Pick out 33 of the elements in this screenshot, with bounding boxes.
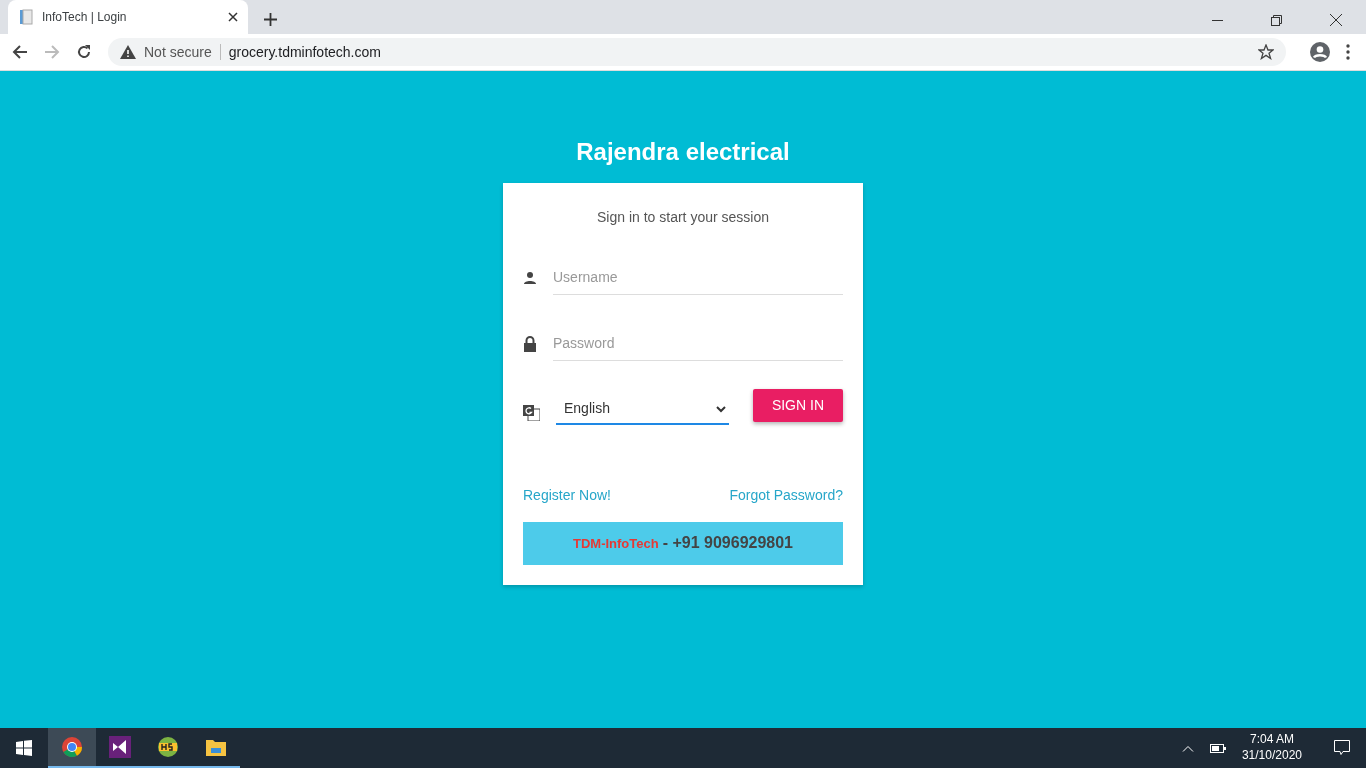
close-icon[interactable] bbox=[1330, 14, 1342, 26]
translate-icon bbox=[523, 404, 540, 421]
back-arrow-icon[interactable] bbox=[12, 44, 28, 60]
notification-icon[interactable] bbox=[1334, 740, 1350, 756]
warning-icon bbox=[120, 45, 136, 59]
security-label: Not secure bbox=[144, 42, 212, 62]
folder-icon bbox=[205, 737, 227, 757]
star-icon[interactable] bbox=[1258, 44, 1274, 60]
document-icon bbox=[18, 9, 34, 25]
person-icon bbox=[523, 270, 537, 285]
plus-icon[interactable] bbox=[264, 13, 277, 26]
lock-icon bbox=[523, 335, 537, 352]
clock-time[interactable]: 7:04 AM bbox=[1241, 732, 1302, 748]
login-subtitle: Sign in to start your session bbox=[597, 208, 769, 225]
chevron-up-icon[interactable] bbox=[1181, 744, 1194, 752]
company-name: TDM-InfoTech bbox=[573, 534, 659, 553]
account-icon[interactable] bbox=[1310, 42, 1330, 62]
windows-logo-icon bbox=[16, 740, 32, 756]
chrome-icon bbox=[61, 736, 83, 758]
restore-icon[interactable] bbox=[1271, 14, 1282, 26]
app-title: Rajendra electrical bbox=[576, 138, 790, 167]
menu-icon[interactable] bbox=[1346, 44, 1350, 60]
sign-in-button[interactable]: SIGN IN bbox=[752, 388, 843, 422]
close-icon[interactable] bbox=[228, 12, 238, 22]
infinity-logo-icon bbox=[109, 736, 131, 758]
clock-date[interactable]: 31/10/2020 bbox=[1241, 748, 1302, 764]
battery-icon[interactable] bbox=[1209, 743, 1226, 753]
tab-title: InfoTech | Login bbox=[42, 9, 128, 26]
url-text[interactable]: grocery.tdminfotech.com bbox=[228, 41, 1250, 63]
phone-number: - +91 9096929801 bbox=[662, 533, 793, 554]
reload-icon[interactable] bbox=[76, 44, 92, 60]
hs-logo-icon bbox=[157, 736, 179, 758]
browser-tab[interactable]: InfoTech | Login bbox=[8, 0, 248, 34]
